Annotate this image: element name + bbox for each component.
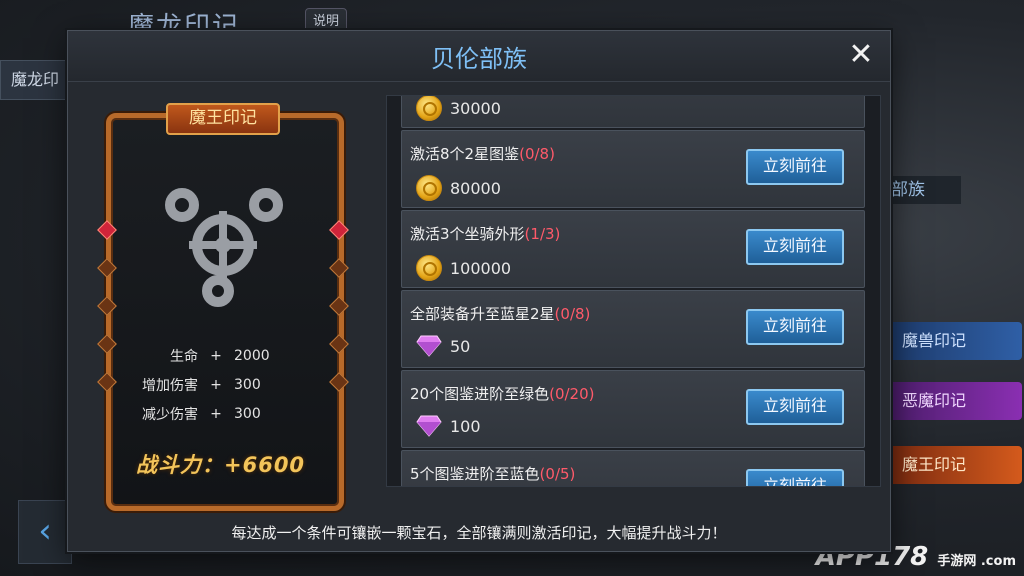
- task-title-text: 5个图鉴进阶至蓝色: [410, 465, 540, 483]
- task-row: 20个图鉴进阶至绿色(0/20) 100 立刻前往: [401, 370, 865, 448]
- task-progress: (0/8): [519, 145, 555, 163]
- task-row: 激活3个坐骑外形(1/3) 100000 立刻前往: [401, 210, 865, 288]
- combat-power: 战斗力：+6600: [136, 453, 306, 477]
- gem-slot: [97, 296, 117, 316]
- go-now-button[interactable]: 立刻前往: [746, 229, 844, 265]
- gem-slot: [329, 372, 349, 392]
- go-now-button[interactable]: 立刻前往: [746, 389, 844, 425]
- task-title: 5个图鉴进阶至蓝色(0/5): [410, 463, 575, 484]
- close-icon[interactable]: ✕: [846, 40, 876, 71]
- gem-slot: [97, 258, 117, 278]
- go-now-button[interactable]: 立刻前往: [746, 309, 844, 345]
- side-tag-beast-mark[interactable]: 魔兽印记: [888, 322, 1022, 360]
- side-tag-demon-mark[interactable]: 恶魔印记: [888, 382, 1022, 420]
- footer-tip: 每达成一个条件可镶嵌一颗宝石，全部镶满则激活印记，大幅提升战斗力！: [231, 524, 727, 542]
- task-title-text: 激活3个坐骑外形: [410, 225, 525, 243]
- task-reward: 50: [416, 335, 470, 357]
- task-row: 激活8个2星图鉴(0/8) 80000 立刻前往: [401, 130, 865, 208]
- stat-name: 生命: [170, 348, 198, 365]
- task-reward: 30000: [416, 96, 501, 121]
- go-now-button[interactable]: 立刻前往: [746, 469, 844, 486]
- stat-name: 增加伤害: [142, 377, 198, 394]
- reward-amount: 30000: [450, 98, 501, 118]
- stat-value: 300: [234, 376, 261, 393]
- card-name: 魔王印记: [166, 103, 280, 135]
- gem-column-left: [97, 220, 117, 413]
- dialog-header: 贝伦部族 ✕: [68, 31, 890, 82]
- gem-slot: [97, 372, 117, 392]
- task-title: 20个图鉴进阶至绿色(0/20): [410, 383, 594, 404]
- stat-row: 减少伤害 + 300: [128, 399, 308, 428]
- gem-slot-filled: [329, 220, 349, 240]
- mark-card: 魔王印记 生命 + 2000 增加伤害 + 300 减少伤害 + 300 战斗力…: [97, 103, 349, 511]
- gem-slot: [329, 334, 349, 354]
- stat-sign: +: [210, 347, 222, 364]
- task-list[interactable]: 30000 激活8个2星图鉴(0/8) 80000 立刻前往 激活3个坐骑外形(…: [386, 95, 881, 487]
- watermark-sub: 手游网 .com: [937, 554, 1016, 569]
- task-row: 30000: [401, 96, 865, 128]
- diamond-icon: [416, 415, 442, 437]
- coin-icon: [416, 175, 442, 201]
- task-progress: (0/5): [539, 465, 576, 483]
- stat-row: 生命 + 2000: [128, 341, 308, 370]
- task-reward: 100: [416, 415, 481, 437]
- gem-column-right: [329, 220, 349, 413]
- task-title-text: 20个图鉴进阶至绿色: [410, 385, 550, 403]
- stat-name: 减少伤害: [142, 406, 198, 423]
- stat-row: 增加伤害 + 300: [128, 370, 308, 399]
- tribe-dialog: 贝伦部族 ✕ 魔王印记 生命 + 2000 增加伤害 + 300 减少伤害 + …: [67, 30, 891, 552]
- task-title: 激活8个2星图鉴(0/8): [410, 143, 555, 164]
- task-row: 全部装备升至蓝星2星(0/8) 50 立刻前往: [401, 290, 865, 368]
- stat-value: 2000: [234, 347, 270, 364]
- gem-slot: [97, 334, 117, 354]
- reward-amount: 100: [450, 416, 481, 436]
- coin-icon: [416, 96, 442, 121]
- gem-slot: [329, 296, 349, 316]
- reward-amount: 100000: [450, 258, 512, 278]
- back-arrow-icon[interactable]: ‹: [18, 500, 72, 564]
- reward-amount: 80000: [450, 178, 501, 198]
- reward-amount: 50: [450, 336, 471, 356]
- side-tag-king-mark[interactable]: 魔王印记: [888, 446, 1022, 484]
- left-tab[interactable]: 魔龙印: [0, 60, 70, 100]
- diamond-icon: [416, 335, 442, 357]
- task-progress: (0/8): [554, 305, 591, 323]
- coin-icon: [416, 255, 442, 281]
- stat-sign: +: [210, 376, 222, 393]
- task-reward: 80000: [416, 175, 501, 201]
- gem-slot: [329, 258, 349, 278]
- card-stats: 生命 + 2000 增加伤害 + 300 减少伤害 + 300: [128, 341, 308, 428]
- gears-icon: [165, 188, 283, 307]
- task-title-text: 全部装备升至蓝星2星: [410, 305, 555, 323]
- task-title: 激活3个坐骑外形(1/3): [410, 223, 560, 244]
- stat-sign: +: [210, 405, 222, 422]
- task-title: 全部装备升至蓝星2星(0/8): [410, 303, 590, 324]
- dialog-title: 贝伦部族: [431, 45, 527, 73]
- task-reward: 100000: [416, 255, 511, 281]
- task-progress: (0/20): [549, 385, 595, 403]
- stat-value: 300: [234, 405, 261, 422]
- task-title-text: 激活8个2星图鉴: [410, 145, 520, 163]
- task-row: 5个图鉴进阶至蓝色(0/5) 立刻前往: [401, 450, 865, 486]
- gem-slot-filled: [97, 220, 117, 240]
- tribe-label: 部族: [885, 176, 961, 204]
- task-progress: (1/3): [524, 225, 561, 243]
- go-now-button[interactable]: 立刻前往: [746, 149, 844, 185]
